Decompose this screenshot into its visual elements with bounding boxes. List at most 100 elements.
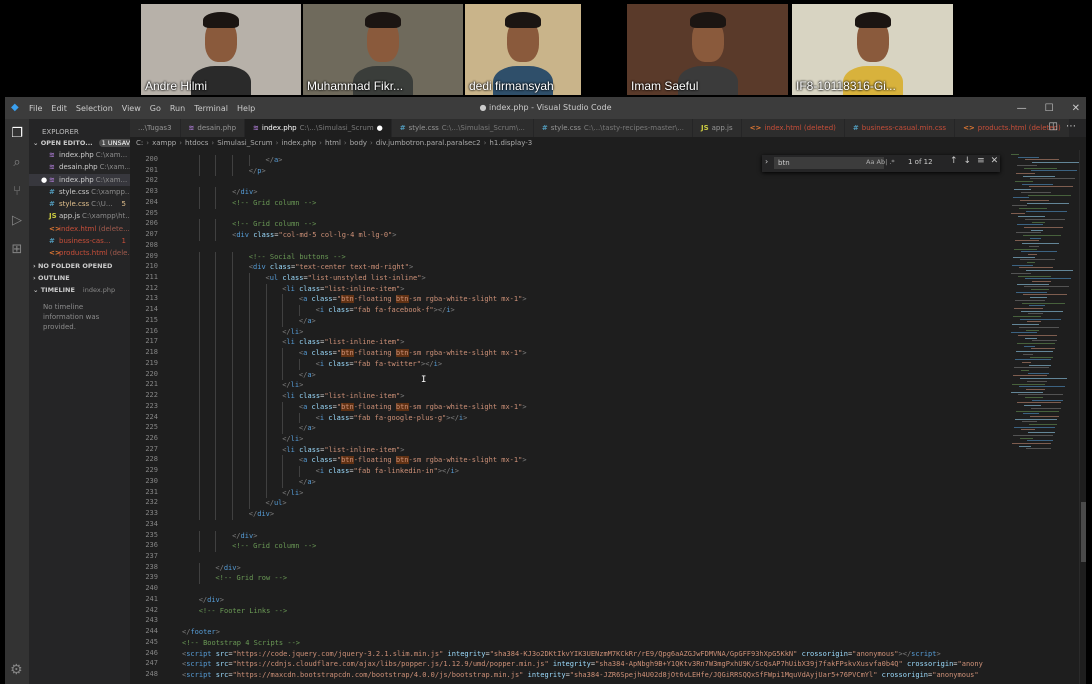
editor-tab[interactable]: # style.css C:\...\tasty-recipes-master\..… bbox=[533, 119, 693, 137]
file-path: (delete... bbox=[98, 224, 130, 233]
close-icon[interactable]: ✕ bbox=[1072, 103, 1080, 114]
breadcrumb-item[interactable]: body bbox=[350, 139, 367, 147]
minimap-line bbox=[1027, 202, 1069, 204]
open-editor-item[interactable]: # style.css C:\U... 5 bbox=[29, 198, 130, 210]
editor-tab[interactable]: ≋ desain.php bbox=[180, 119, 246, 137]
open-editor-item[interactable]: ≋ desain.php C:\xam... bbox=[29, 161, 130, 173]
vertical-scrollbar[interactable] bbox=[1079, 150, 1086, 684]
find-options: Aa Ab| .* bbox=[866, 158, 895, 166]
code-line: </div> bbox=[249, 509, 274, 520]
code-editor[interactable]: 200 </a> 201 </p> 202 203 </div> 204 <!-- Grid c… bbox=[130, 155, 1005, 684]
code-token: "list-unstyled list-inline" bbox=[307, 274, 422, 283]
menu-item-run[interactable]: Run bbox=[170, 104, 185, 113]
code-token: div bbox=[236, 231, 249, 240]
indent-guide bbox=[265, 401, 267, 413]
run-debug-icon[interactable]: ▷ bbox=[10, 214, 24, 228]
code-token: > bbox=[311, 477, 316, 486]
minimap-line bbox=[1016, 351, 1053, 353]
minimap-line bbox=[1028, 432, 1055, 434]
no-folder-section[interactable]: › NO FOLDER OPENED bbox=[29, 260, 130, 272]
extensions-icon[interactable]: ⊞ bbox=[10, 243, 24, 257]
breadcrumb-item[interactable]: C: bbox=[136, 139, 143, 147]
open-editor-item[interactable]: # business-cas... 1 bbox=[29, 235, 130, 247]
minimap-line bbox=[1029, 364, 1051, 366]
minimap-line bbox=[1030, 297, 1047, 299]
open-editors-section[interactable]: ⌄ OPEN EDITO...1 UNSAVED bbox=[29, 137, 130, 149]
open-editor-item[interactable]: ● ≋ index.php C:\xam... bbox=[29, 173, 130, 186]
editor-tab[interactable]: # style.css C:\...\Simulasi_Scrum\... bbox=[391, 119, 534, 137]
find-in-selection-icon[interactable]: ≡ bbox=[977, 156, 985, 166]
tab-label: index.php bbox=[261, 124, 297, 132]
close-find-icon[interactable]: ✕ bbox=[991, 156, 999, 166]
indent-guide bbox=[215, 433, 217, 445]
minimap-line bbox=[1014, 426, 1055, 428]
line-number: 217 bbox=[145, 337, 158, 346]
breadcrumb-item[interactable]: htdocs bbox=[185, 139, 208, 147]
split-editor-icon[interactable]: ◫ bbox=[1049, 121, 1058, 132]
editor-tab[interactable]: ...\Tugas3 bbox=[130, 119, 181, 137]
indent-guide bbox=[198, 358, 200, 370]
code-token: </ bbox=[215, 563, 224, 572]
regex-toggle[interactable]: .* bbox=[889, 158, 894, 166]
participant-tile: IF8-10118316-Gi... bbox=[792, 4, 953, 95]
code-token: li bbox=[290, 434, 300, 443]
file-type-icon: # bbox=[49, 237, 55, 246]
indent-guide bbox=[215, 273, 217, 284]
breadcrumb-item[interactable]: h1.display-3 bbox=[489, 139, 532, 147]
menu-item-selection[interactable]: Selection bbox=[76, 104, 113, 113]
more-actions-icon[interactable]: ⋯ bbox=[1066, 121, 1076, 132]
breadcrumb-item[interactable]: Simulasi_Scrum bbox=[217, 139, 272, 147]
chevron-right-icon: › bbox=[483, 139, 487, 147]
editor-tab[interactable]: ≋ index.php C:\...\Simulasi_Scrum ● bbox=[245, 119, 392, 137]
breadcrumb-item[interactable]: html bbox=[325, 139, 341, 147]
toggle-replace-icon[interactable]: › bbox=[765, 157, 768, 166]
code-line: <a class="btn-floating btn-sm rgba-white… bbox=[299, 455, 527, 466]
menu-item-view[interactable]: View bbox=[122, 104, 141, 113]
explorer-icon[interactable]: ❐ bbox=[10, 127, 24, 141]
next-match-icon[interactable]: ↓ bbox=[964, 156, 972, 166]
settings-gear-icon[interactable]: ⚙ bbox=[10, 662, 23, 678]
breadcrumb-item[interactable]: div.jumbotron.paral.paralsec2 bbox=[376, 139, 481, 147]
explorer-sidebar: EXPLORER ⌄ OPEN EDITO...1 UNSAVED ≋ index… bbox=[29, 119, 130, 684]
open-editor-item[interactable]: <>products.html(dele... bbox=[29, 247, 130, 259]
open-editor-item[interactable]: <>index.html (delete... bbox=[29, 223, 130, 235]
menu-item-go[interactable]: Go bbox=[150, 104, 161, 113]
indent-guide bbox=[232, 455, 234, 467]
minimize-icon[interactable]: — bbox=[1017, 103, 1027, 114]
minimap[interactable] bbox=[1005, 150, 1079, 684]
outline-section[interactable]: › OUTLINE bbox=[29, 272, 130, 284]
indent-guide bbox=[282, 455, 284, 467]
indent-guide bbox=[198, 283, 200, 295]
source-control-icon[interactable]: ⑂ bbox=[10, 185, 24, 199]
previous-match-icon[interactable]: ↑ bbox=[950, 156, 958, 166]
indent-guide bbox=[198, 487, 200, 499]
line-number: 225 bbox=[145, 423, 158, 432]
timeline-section[interactable]: ⌄ TIMELINE index.php bbox=[29, 284, 130, 296]
breadcrumb-item[interactable]: xampp bbox=[152, 139, 176, 147]
indent-guide bbox=[198, 423, 200, 434]
whole-word-toggle[interactable]: Ab| bbox=[877, 158, 888, 166]
open-editor-item[interactable]: ≋ index.php C:\xam... bbox=[29, 149, 130, 161]
open-editor-item[interactable]: # style.css C:\xampp... bbox=[29, 186, 130, 198]
indent-guide bbox=[265, 391, 267, 402]
breadcrumb-item[interactable]: index.php bbox=[281, 139, 316, 147]
indent-guide bbox=[248, 466, 250, 477]
indent-guide bbox=[232, 251, 234, 263]
maximize-icon[interactable]: ☐ bbox=[1045, 103, 1054, 114]
editor-tab[interactable]: JS app.js bbox=[692, 119, 742, 137]
minimap-line bbox=[1020, 378, 1067, 380]
menu-item-edit[interactable]: Edit bbox=[51, 104, 67, 113]
editor-tab[interactable]: <> index.html (deleted) bbox=[741, 119, 845, 137]
search-icon[interactable]: ⌕ bbox=[10, 156, 24, 170]
code-token: > bbox=[278, 156, 283, 164]
open-editor-item[interactable]: JS app.js C:\xampp\ht... bbox=[29, 210, 130, 222]
line-number: 229 bbox=[145, 466, 158, 475]
menu-item-file[interactable]: File bbox=[29, 104, 42, 113]
menu-item-help[interactable]: Help bbox=[237, 104, 255, 113]
code-token: class bbox=[311, 402, 333, 411]
match-case-toggle[interactable]: Aa bbox=[866, 158, 874, 166]
menu-item-terminal[interactable]: Terminal bbox=[194, 104, 228, 113]
editor-tab[interactable]: # business-casual.min.css bbox=[844, 119, 956, 137]
scrollbar-thumb[interactable] bbox=[1081, 502, 1086, 562]
code-line: <li class="list-inline-item"> bbox=[282, 391, 404, 402]
